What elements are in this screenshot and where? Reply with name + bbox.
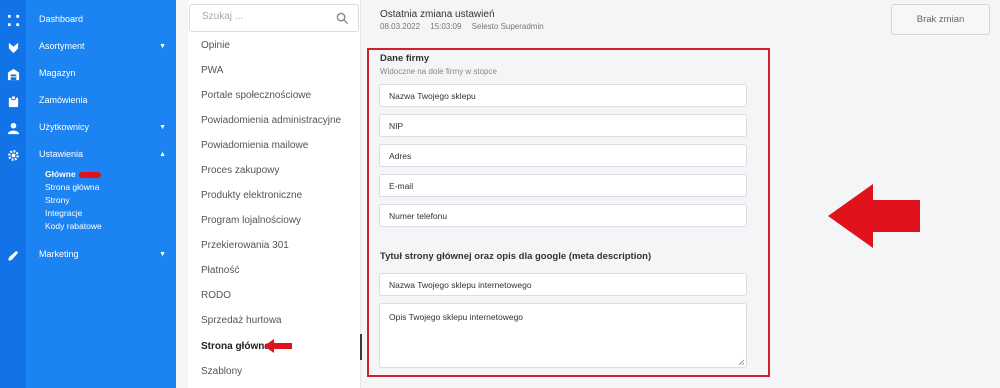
nav-item-magazyn[interactable]: Magazyn	[39, 66, 169, 80]
grid-icon[interactable]	[6, 13, 20, 27]
nip-field[interactable]	[379, 114, 747, 137]
list-item[interactable]: Produkty elektroniczne	[201, 189, 302, 203]
list-item[interactable]: RODO	[201, 289, 231, 303]
gear-icon[interactable]	[6, 148, 20, 162]
nav-label: Marketing	[39, 249, 79, 259]
nav-item-dashboard[interactable]: Dashboard	[39, 12, 169, 26]
sub-item-label: Główne	[45, 169, 76, 179]
nav-label: Magazyn	[39, 68, 76, 78]
users-icon[interactable]	[6, 121, 20, 135]
list-item[interactable]: Proces zakupowy	[201, 164, 279, 178]
settings-list: Opinie PWA Portale społecznościowe Powia…	[188, 0, 361, 388]
sub-item-kody-rabatowe[interactable]: Kody rabatowe	[45, 220, 102, 232]
list-item[interactable]: PWA	[201, 64, 223, 78]
chevron-down-icon: ▼	[159, 250, 166, 258]
assortment-icon[interactable]	[6, 40, 20, 54]
arrow-left-icon	[828, 184, 920, 248]
meta-description-field[interactable]	[379, 303, 747, 368]
scroll-indicator[interactable]	[360, 334, 362, 360]
orders-icon[interactable]	[6, 94, 20, 108]
sub-item-integracje[interactable]: Integracje	[45, 207, 82, 219]
company-section-title: Dane firmy	[380, 53, 430, 64]
shop-title-field[interactable]	[379, 273, 747, 296]
sub-item-strony[interactable]: Strony	[45, 194, 70, 206]
main-nav: Dashboard Asortyment ▼ Magazyn Zamówieni…	[26, 0, 176, 388]
company-section-subtitle: Widoczne na dole firmy w stopce	[380, 67, 497, 76]
shop-name-field[interactable]	[379, 84, 747, 107]
list-item[interactable]: Sprzedaż hurtowa	[201, 314, 282, 328]
list-item[interactable]: Powiadomienia mailowe	[201, 139, 308, 153]
nav-item-zamowienia[interactable]: Zamówienia	[39, 93, 169, 107]
last-change-title: Ostatnia zmiana ustawień	[380, 9, 495, 20]
nav-item-uzytkownicy[interactable]: Użytkownicy ▼	[39, 120, 169, 134]
list-item[interactable]: Opinie	[201, 39, 230, 53]
change-time: 15:03:09	[430, 22, 462, 31]
nav-label: Ustawienia	[39, 149, 84, 159]
chevron-up-icon: ▲	[159, 150, 166, 158]
search-box	[189, 4, 359, 32]
resize-handle-icon[interactable]	[738, 359, 745, 366]
meta-section-title: Tytuł strony głównej oraz opis dla googl…	[380, 251, 652, 262]
chevron-down-icon: ▼	[159, 123, 166, 131]
change-user: Selesto Superadmin	[471, 22, 544, 31]
highlight-marker	[78, 171, 101, 178]
sub-item-strona-glowna[interactable]: Strona główna	[45, 181, 99, 193]
list-item[interactable]: Przekierowania 301	[201, 239, 289, 253]
nav-label: Użytkownicy	[39, 122, 90, 132]
list-item[interactable]: Powiadomienia administracyjne	[201, 114, 341, 128]
change-date: 08.03.2022	[380, 22, 421, 31]
nav-label: Zamówienia	[39, 95, 88, 105]
nav-label: Asortyment	[39, 41, 85, 51]
list-item-strona-glowna[interactable]: Strona główna	[201, 340, 270, 354]
arrow-left-icon	[264, 339, 292, 353]
search-icon[interactable]	[336, 12, 349, 25]
warehouse-icon[interactable]	[6, 67, 20, 81]
list-item[interactable]: Program lojalnościowy	[201, 214, 301, 228]
address-field[interactable]	[379, 144, 747, 167]
chevron-down-icon: ▼	[159, 42, 166, 50]
nav-label: Dashboard	[39, 14, 84, 24]
search-input[interactable]	[202, 11, 332, 22]
nav-item-asortyment[interactable]: Asortyment ▼	[39, 39, 169, 53]
list-item[interactable]: Szablony	[201, 365, 242, 379]
no-changes-button[interactable]: Brak zmian	[891, 4, 990, 35]
email-field[interactable]	[379, 174, 747, 197]
sub-item-glowne[interactable]: Główne	[45, 168, 101, 180]
marketing-icon[interactable]	[6, 248, 20, 262]
icon-rail	[0, 0, 26, 388]
nav-item-ustawienia[interactable]: Ustawienia ▲	[39, 147, 169, 161]
last-change-meta: 08.03.2022 15:03:09 Selesto Superadmin	[380, 22, 552, 31]
list-item[interactable]: Płatność	[201, 264, 239, 278]
list-item[interactable]: Portale społecznościowe	[201, 89, 311, 103]
phone-field[interactable]	[379, 204, 747, 227]
nav-item-marketing[interactable]: Marketing ▼	[39, 247, 169, 261]
